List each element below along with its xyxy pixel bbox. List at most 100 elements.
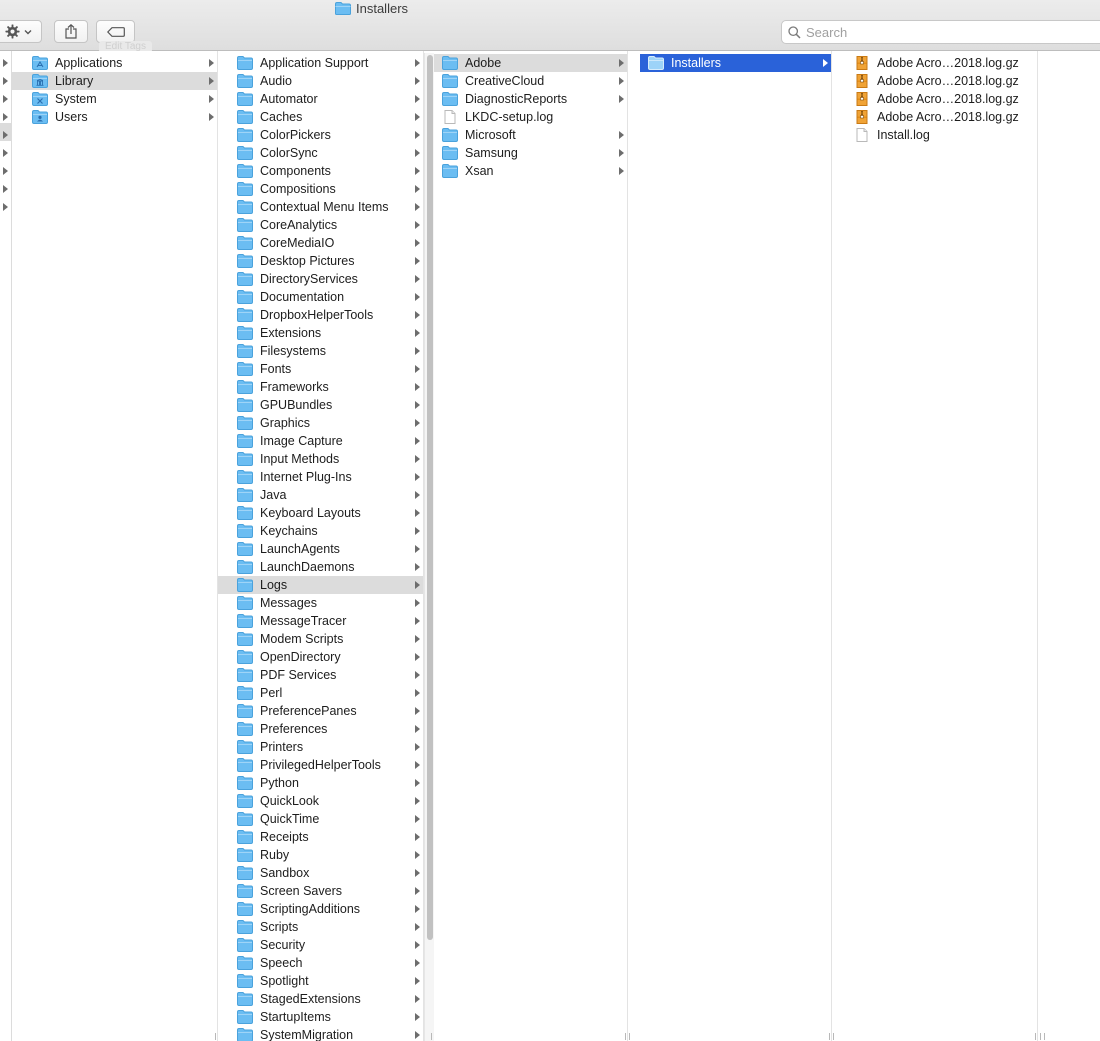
- list-item[interactable]: LKDC-setup.log: [434, 108, 627, 126]
- users-folder-icon: [32, 110, 48, 124]
- list-item[interactable]: Automator: [218, 90, 423, 108]
- list-item[interactable]: Screen Savers: [218, 882, 423, 900]
- list-item[interactable]: Messages: [218, 594, 423, 612]
- list-item[interactable]: PrivilegedHelperTools: [218, 756, 423, 774]
- folder-icon: [237, 200, 253, 214]
- list-item[interactable]: Speech: [218, 954, 423, 972]
- list-item[interactable]: Installers: [640, 54, 831, 72]
- list-item[interactable]: Xsan: [434, 162, 627, 180]
- list-item[interactable]: Logs: [218, 576, 423, 594]
- folder-icon: [237, 722, 253, 736]
- list-item[interactable]: Library: [12, 72, 217, 90]
- list-item[interactable]: MessageTracer: [218, 612, 423, 630]
- list-item[interactable]: Receipts: [218, 828, 423, 846]
- edit-tags-button[interactable]: [96, 20, 135, 43]
- list-item[interactable]: DropboxHelperTools: [218, 306, 423, 324]
- list-item[interactable]: LaunchDaemons: [218, 558, 423, 576]
- list-item[interactable]: CreativeCloud: [434, 72, 627, 90]
- list-item-label: Audio: [260, 74, 292, 88]
- list-item-label: Java: [260, 488, 287, 502]
- toolbar: Installers Edit Tags: [0, 0, 1100, 53]
- list-item[interactable]: Samsung: [434, 144, 627, 162]
- column-resize-handle[interactable]: [829, 1033, 834, 1040]
- list-item[interactable]: Python: [218, 774, 423, 792]
- list-item[interactable]: Application Support: [218, 54, 423, 72]
- scrollbar[interactable]: [424, 53, 434, 1041]
- list-item[interactable]: GPUBundles: [218, 396, 423, 414]
- list-item[interactable]: Keychains: [218, 522, 423, 540]
- list-item[interactable]: Internet Plug-Ins: [218, 468, 423, 486]
- list-item[interactable]: StartupItems: [218, 1008, 423, 1026]
- list-item[interactable]: Applications: [12, 54, 217, 72]
- document-icon: [856, 128, 868, 142]
- list-item[interactable]: QuickTime: [218, 810, 423, 828]
- list-item[interactable]: Adobe Acro…2018.log.gz: [846, 54, 1037, 72]
- list-item[interactable]: Sandbox: [218, 864, 423, 882]
- list-item[interactable]: PDF Services: [218, 666, 423, 684]
- list-item[interactable]: DiagnosticReports: [434, 90, 627, 108]
- list-item[interactable]: OpenDirectory: [218, 648, 423, 666]
- folder-icon: [237, 398, 253, 412]
- list-item[interactable]: ColorPickers: [218, 126, 423, 144]
- list-item[interactable]: Frameworks: [218, 378, 423, 396]
- list-item[interactable]: Modem Scripts: [218, 630, 423, 648]
- list-item[interactable]: Ruby: [218, 846, 423, 864]
- list-item[interactable]: Java: [218, 486, 423, 504]
- scrollbar-thumb[interactable]: [427, 55, 433, 940]
- list-item[interactable]: ColorSync: [218, 144, 423, 162]
- list-item[interactable]: LaunchAgents: [218, 540, 423, 558]
- column-resize-handle[interactable]: [1040, 1033, 1045, 1040]
- list-item[interactable]: Spotlight: [218, 972, 423, 990]
- search-field[interactable]: [781, 20, 1100, 44]
- list-item[interactable]: CoreAnalytics: [218, 216, 423, 234]
- list-item-label: Receipts: [260, 830, 309, 844]
- folder-icon: [442, 92, 458, 106]
- list-item[interactable]: SystemMigration: [218, 1026, 423, 1041]
- list-item[interactable]: Contextual Menu Items: [218, 198, 423, 216]
- list-item[interactable]: Caches: [218, 108, 423, 126]
- list-item[interactable]: Graphics: [218, 414, 423, 432]
- list-item[interactable]: PreferencePanes: [218, 702, 423, 720]
- window-title-text: Installers: [356, 0, 409, 16]
- list-item[interactable]: Adobe: [434, 54, 627, 72]
- column-resize-handle[interactable]: [625, 1033, 630, 1040]
- list-item[interactable]: Keyboard Layouts: [218, 504, 423, 522]
- list-item[interactable]: Audio: [218, 72, 423, 90]
- list-item[interactable]: Users: [12, 108, 217, 126]
- list-item[interactable]: Preferences: [218, 720, 423, 738]
- list-item[interactable]: Security: [218, 936, 423, 954]
- disclosure-arrow-icon: [415, 797, 420, 805]
- list-item[interactable]: Desktop Pictures: [218, 252, 423, 270]
- list-item[interactable]: Printers: [218, 738, 423, 756]
- list-item[interactable]: StagedExtensions: [218, 990, 423, 1008]
- list-item-label: Adobe: [465, 56, 502, 70]
- search-input[interactable]: [806, 24, 1096, 40]
- list-item[interactable]: ScriptingAdditions: [218, 900, 423, 918]
- list-item[interactable]: System: [12, 90, 217, 108]
- list-item[interactable]: DirectoryServices: [218, 270, 423, 288]
- list-item[interactable]: Components: [218, 162, 423, 180]
- list-item-label: DirectoryServices: [260, 272, 358, 286]
- list-item[interactable]: Documentation: [218, 288, 423, 306]
- list-item[interactable]: Install.log: [846, 126, 1037, 144]
- list-item[interactable]: Extensions: [218, 324, 423, 342]
- list-item[interactable]: Fonts: [218, 360, 423, 378]
- share-button[interactable]: [54, 20, 88, 43]
- list-item[interactable]: Adobe Acro…2018.log.gz: [846, 108, 1037, 126]
- folder-icon: [237, 992, 253, 1006]
- parent-column-edge[interactable]: [0, 51, 12, 1041]
- list-item[interactable]: Adobe Acro…2018.log.gz: [846, 90, 1037, 108]
- action-menu-button[interactable]: [0, 20, 42, 43]
- list-item[interactable]: Perl: [218, 684, 423, 702]
- list-item[interactable]: Filesystems: [218, 342, 423, 360]
- list-item[interactable]: CoreMediaIO: [218, 234, 423, 252]
- list-item[interactable]: Compositions: [218, 180, 423, 198]
- list-item[interactable]: QuickLook: [218, 792, 423, 810]
- disclosure-arrow-icon: [209, 113, 214, 121]
- list-item[interactable]: Input Methods: [218, 450, 423, 468]
- list-item[interactable]: Scripts: [218, 918, 423, 936]
- list-item[interactable]: Image Capture: [218, 432, 423, 450]
- list-item[interactable]: Microsoft: [434, 126, 627, 144]
- list-item-label: DiagnosticReports: [465, 92, 568, 106]
- list-item[interactable]: Adobe Acro…2018.log.gz: [846, 72, 1037, 90]
